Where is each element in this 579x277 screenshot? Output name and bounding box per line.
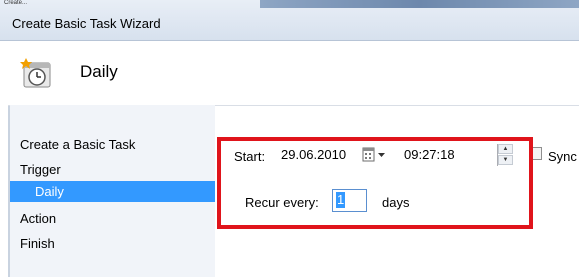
nav-item-daily[interactable]: Daily: [10, 181, 215, 202]
nav-item-label: Daily: [35, 184, 64, 199]
title-fragment: Create...: [4, 0, 28, 6]
nav-item-label: Action: [20, 211, 57, 226]
sync-label: Sync: [548, 149, 577, 164]
nav-item-create-basic-task[interactable]: Create a Basic Task: [20, 137, 135, 152]
nav-item-label: Trigger: [20, 162, 61, 177]
nav-item-label: Create a Basic Task: [20, 137, 136, 152]
nav-item-finish[interactable]: Finish: [20, 236, 55, 251]
nav-item-label: Finish: [20, 236, 55, 251]
window-title: Create Basic Task Wizard: [12, 16, 161, 31]
page-title: Daily: [80, 62, 118, 81]
highlight-annotation-box: [217, 137, 533, 229]
title-bar-glare: [260, 0, 579, 8]
nav-item-trigger[interactable]: Trigger: [20, 162, 61, 177]
clock-calendar-icon: [20, 58, 51, 88]
nav-item-action[interactable]: Action: [20, 211, 56, 226]
title-bar: Create... Create Basic Task Wizard: [0, 0, 579, 41]
